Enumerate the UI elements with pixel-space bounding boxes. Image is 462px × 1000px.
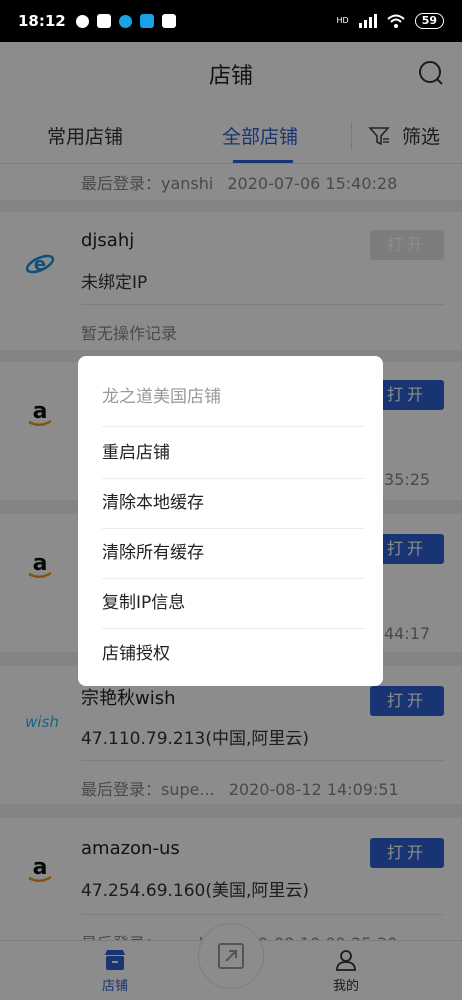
hd-label: HD: [336, 16, 349, 25]
menu-divider: [102, 426, 365, 427]
download-icon: [161, 14, 176, 28]
app-notification-icon: [118, 14, 132, 28]
signal-icon: [358, 14, 377, 28]
clear-all-cache-item[interactable]: 清除所有缓存: [102, 528, 365, 578]
status-time: 18:12: [18, 12, 66, 30]
restart-store-item[interactable]: 重启店铺: [102, 428, 365, 478]
store-authorization-item[interactable]: 店铺授权: [102, 629, 365, 679]
wifi-icon: [387, 14, 405, 28]
menu-title: 龙之道美国店铺: [102, 387, 221, 407]
wechat-icon: [75, 14, 89, 28]
store-action-menu: 龙之道美国店铺 重启店铺 清除本地缓存 清除所有缓存 复制IP信息 店铺授权: [78, 356, 383, 686]
ie-notification-icon: [139, 14, 154, 28]
battery-indicator: 59: [414, 13, 444, 29]
message-icon: [96, 14, 111, 28]
copy-ip-info-item[interactable]: 复制IP信息: [102, 578, 365, 628]
status-bar: 18:12 HD 59: [0, 0, 462, 42]
clear-local-cache-item[interactable]: 清除本地缓存: [102, 478, 365, 528]
